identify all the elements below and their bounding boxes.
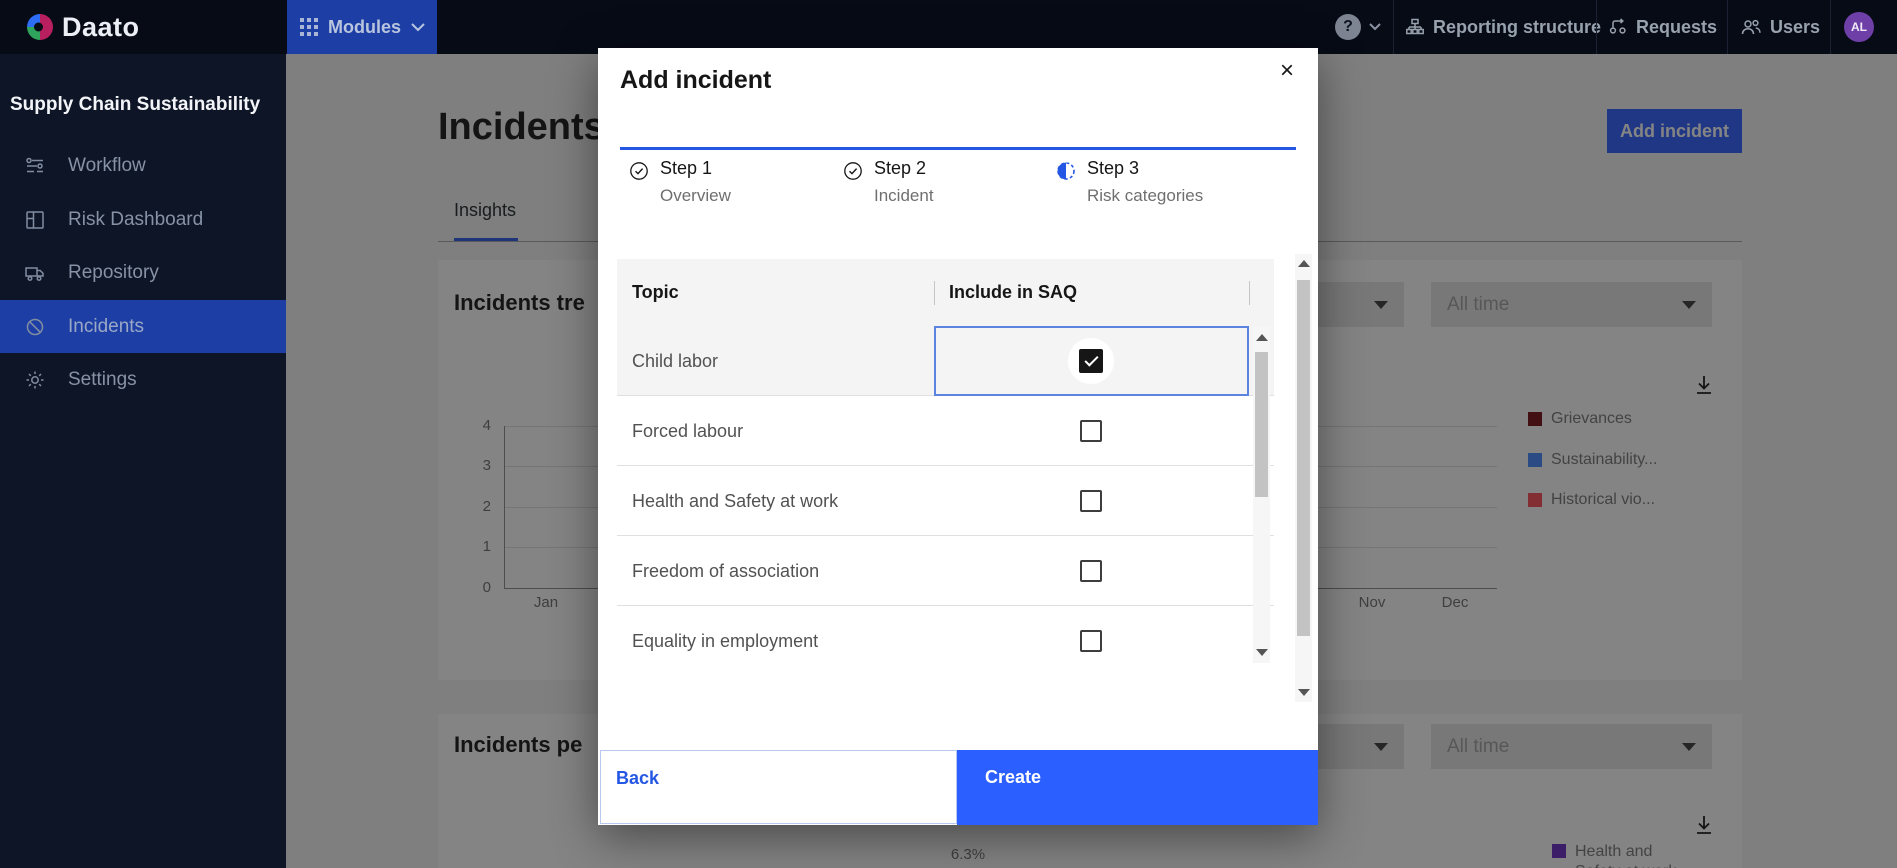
navbar-divider [1393,0,1394,54]
table-row-freedom-association: Freedom of association [617,536,1274,606]
reporting-structure-label: Reporting structure [1433,16,1602,37]
step-label: Step 1 [660,158,713,178]
topic-cell: Child labor [632,351,719,371]
sidebar-module-heading: Supply Chain Sustainability [10,94,261,115]
modal-header-divider [620,147,1296,150]
sidebar-item-label: Risk Dashboard [68,208,204,230]
back-button[interactable]: Back [600,750,957,824]
step-3-risk-categories[interactable]: Step 3 Risk categories [1056,158,1261,206]
table-row-forced-labour: Forced labour [617,396,1274,466]
scroll-down-arrow[interactable] [1256,649,1268,656]
step-sublabel: Overview [660,186,731,205]
topic-cell: Health and Safety at work [632,491,839,511]
include-in-saq-checkbox[interactable] [1080,560,1102,582]
step-2-incident[interactable]: Step 2 Incident [843,158,1048,206]
sidebar-item-settings[interactable]: Settings [0,353,286,406]
topic-cell: Equality in employment [632,631,819,651]
check-circle-icon [630,162,648,180]
sidebar-item-label: Incidents [68,315,145,337]
topic-cell: Freedom of association [632,561,820,581]
truck-icon [25,266,44,281]
org-chart-icon [1406,18,1424,35]
help-menu[interactable]: ? [1335,0,1381,54]
navbar-divider [1727,0,1728,54]
sidebar-item-incidents[interactable]: Incidents [0,300,286,353]
topic-cell: Forced labour [632,421,744,441]
incident-prohibited-icon [26,318,44,335]
users-link[interactable]: Users [1740,0,1820,54]
step-incomplete-icon [1057,162,1075,180]
modal-scrollbar [1295,254,1312,702]
requests-icon [1609,18,1626,34]
table-row-child-labor: Child labor [617,326,1274,396]
include-in-saq-checkbox[interactable] [1080,630,1102,652]
sidebar: Supply Chain Sustainability Workflow Ris… [0,54,286,868]
daato-logo-icon[interactable] [26,13,54,41]
sidebar-item-label: Repository [68,261,159,283]
reporting-structure-link[interactable]: Reporting structure [1405,0,1601,54]
sidebar-item-label: Workflow [68,154,146,176]
scrollbar-thumb[interactable] [1297,280,1310,636]
navbar-divider [1830,0,1831,54]
column-separator [1249,281,1250,305]
step-1-overview[interactable]: Step 1 Overview [629,158,834,206]
column-header-include-in-saq: Include in SAQ [949,282,1078,302]
modules-button[interactable]: Modules [287,0,437,54]
user-avatar[interactable]: AL [1844,12,1874,42]
add-incident-modal: Add incident × Step 1 Overview Step 2 In… [598,48,1318,825]
create-button[interactable]: Create [957,750,1318,825]
dashboard-icon [26,210,44,229]
chevron-down-icon [411,22,425,31]
sidebar-item-repository[interactable]: Repository [0,246,286,299]
check-circle-icon [844,162,862,180]
workflow-icon [26,157,43,172]
include-in-saq-checkbox[interactable] [1079,349,1103,373]
users-label: Users [1770,16,1821,37]
table-row-health-safety: Health and Safety at work [617,466,1274,536]
chevron-down-icon [1369,23,1381,31]
sidebar-item-label: Settings [68,368,137,390]
include-in-saq-checkbox[interactable] [1080,420,1102,442]
scroll-up-arrow[interactable] [1298,260,1310,267]
include-in-saq-checkbox[interactable] [1080,490,1102,512]
app-screen: Daato Modules ? Reporting structure Requ… [0,0,1897,868]
table-row-equality-employment: Equality in employment [617,606,1274,672]
top-navbar: Daato Modules ? Reporting structure Requ… [0,0,1897,54]
modules-label: Modules [328,16,402,37]
gear-icon [26,371,44,388]
scrollbar-thumb[interactable] [1255,352,1268,497]
users-icon [1741,19,1761,35]
column-header-topic: Topic [632,282,679,302]
grid-icon [300,18,318,36]
sidebar-item-workflow[interactable]: Workflow [0,139,286,192]
risk-categories-table: Topic Include in SAQ Child labor Forced … [617,259,1274,672]
requests-link[interactable]: Requests [1608,0,1717,54]
sidebar-item-risk-dashboard[interactable]: Risk Dashboard [0,193,286,246]
navbar-divider [1596,0,1597,54]
step-label: Step 3 [1087,158,1140,178]
scroll-down-arrow[interactable] [1298,689,1310,696]
scroll-up-arrow[interactable] [1256,334,1268,341]
table-header: Topic Include in SAQ [617,259,1274,326]
step-sublabel: Risk categories [1087,186,1204,205]
table-scrollbar [1253,327,1270,663]
brand-name: Daato [62,12,140,42]
close-icon[interactable]: × [1272,56,1302,86]
help-icon: ? [1335,14,1361,40]
requests-label: Requests [1636,16,1718,37]
step-sublabel: Incident [874,186,934,205]
column-separator [934,281,935,305]
step-label: Step 2 [874,158,927,178]
modal-title: Add incident [620,66,772,94]
